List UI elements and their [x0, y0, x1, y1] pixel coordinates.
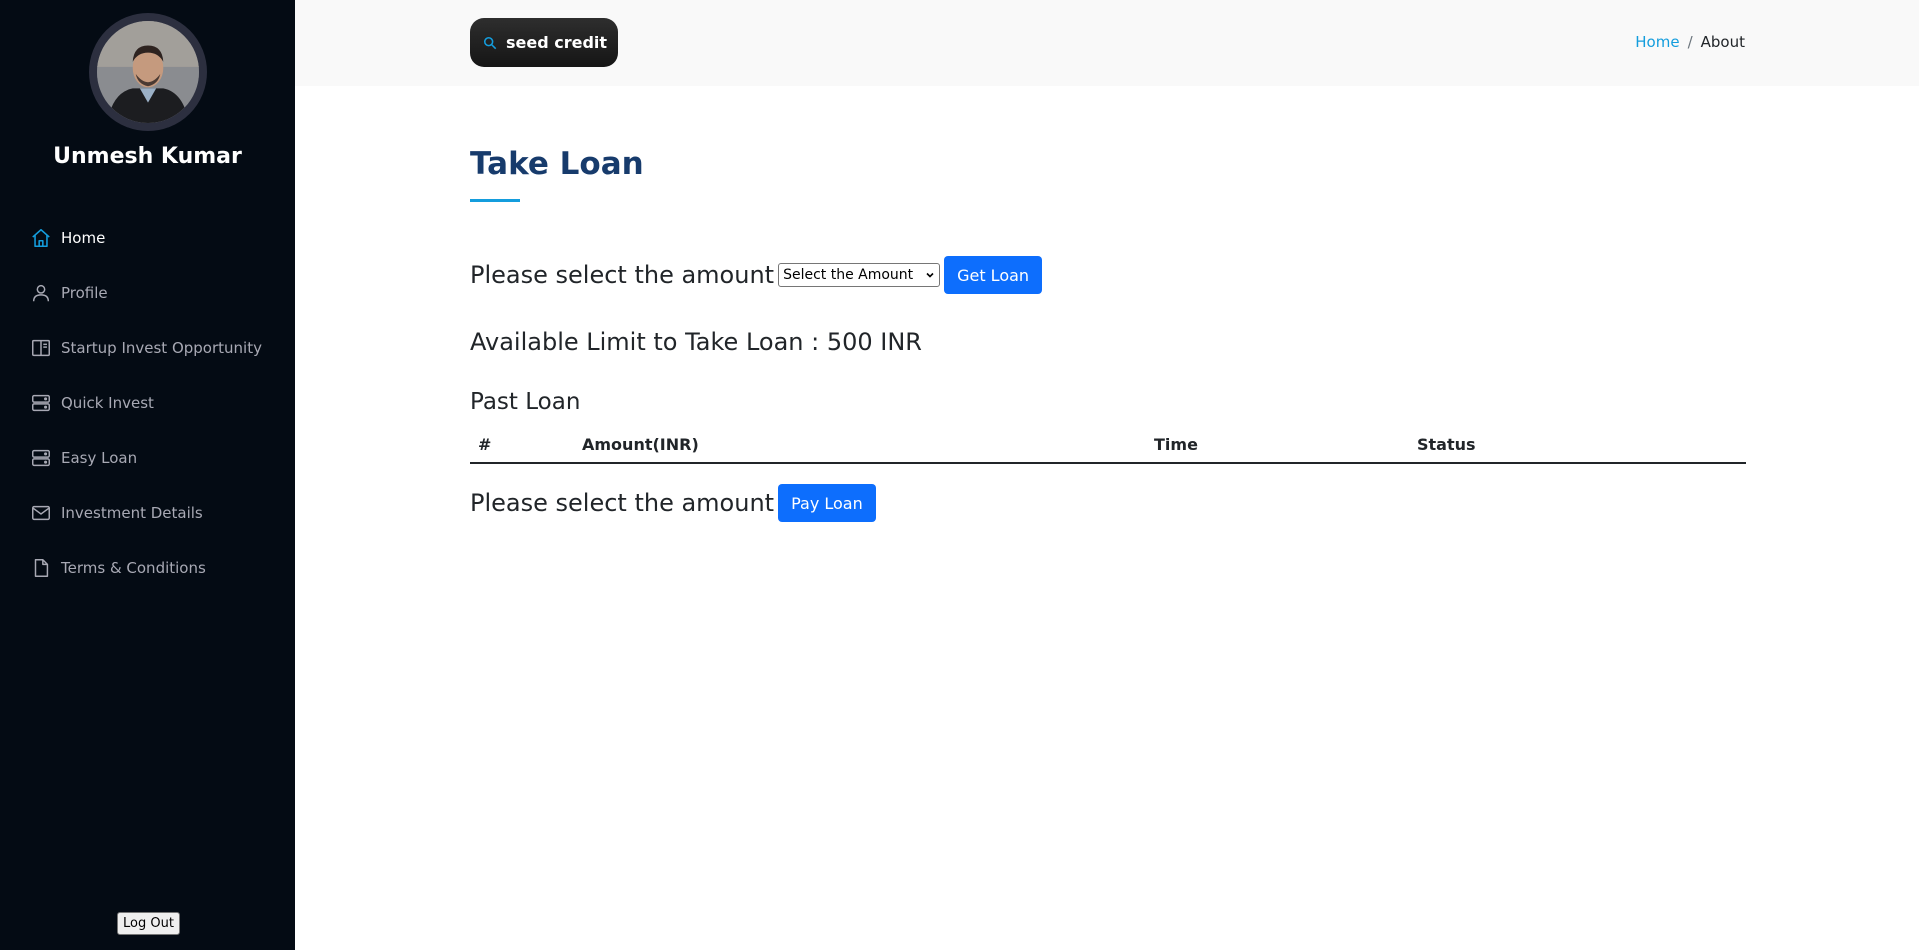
- title-underline: [470, 199, 520, 202]
- top-header: seed credit Home / About: [295, 0, 1919, 86]
- brand-name: seed credit: [506, 33, 608, 52]
- sidebar-item-profile[interactable]: Profile: [30, 265, 285, 320]
- get-loan-button[interactable]: Get Loan: [944, 256, 1043, 294]
- sidebar-item-label: Home: [61, 228, 106, 247]
- sidebar-item-quick-invest[interactable]: Quick Invest: [30, 375, 285, 430]
- sidebar-item-terms[interactable]: Terms & Conditions: [30, 540, 285, 595]
- breadcrumb-home-link[interactable]: Home: [1635, 33, 1679, 51]
- past-loan-title: Past Loan: [470, 389, 581, 415]
- column-header-status: Status: [1409, 427, 1746, 464]
- house-icon: [30, 227, 52, 249]
- sidebar-item-label: Terms & Conditions: [61, 558, 206, 577]
- breadcrumb-separator: /: [1687, 33, 1693, 51]
- sidebar-item-label: Easy Loan: [61, 448, 138, 467]
- server-icon: [30, 392, 52, 414]
- person-icon: [30, 282, 52, 304]
- search-icon: [483, 36, 497, 49]
- envelope-icon: [30, 502, 52, 524]
- sidebar: Unmesh Kumar Home Profile Startup Invest…: [0, 0, 295, 950]
- avatar: [89, 13, 207, 131]
- sidebar-nav: Home Profile Startup Invest Opportunity …: [30, 210, 285, 595]
- sidebar-item-investment-details[interactable]: Investment Details: [30, 485, 285, 540]
- sidebar-item-home[interactable]: Home: [30, 210, 285, 265]
- column-header-time: Time: [1146, 427, 1409, 464]
- sidebar-item-label: Profile: [61, 283, 108, 302]
- file-icon: [30, 557, 52, 579]
- column-header-index: #: [470, 427, 574, 464]
- sidebar-item-startup-invest[interactable]: Startup Invest Opportunity: [30, 320, 285, 375]
- pay-loan-row: Please select the amount Pay Loan: [470, 484, 876, 522]
- past-loan-table: # Amount(INR) Time Status: [470, 427, 1746, 464]
- server-icon: [30, 447, 52, 469]
- amount-select-value: Select the Amount: [783, 267, 914, 283]
- page-title: Take Loan: [470, 146, 644, 182]
- sidebar-item-label: Startup Invest Opportunity: [61, 338, 262, 357]
- logout-button[interactable]: Log Out: [117, 912, 180, 935]
- chevron-down-icon: [926, 272, 934, 278]
- sidebar-item-easy-loan[interactable]: Easy Loan: [30, 430, 285, 485]
- sidebar-item-label: Investment Details: [61, 503, 203, 522]
- amount-select[interactable]: Select the Amount: [778, 263, 941, 287]
- user-name: Unmesh Kumar: [53, 144, 242, 169]
- book-icon: [30, 337, 52, 359]
- breadcrumb: Home / About: [1635, 33, 1745, 51]
- column-header-amount: Amount(INR): [574, 427, 1146, 464]
- available-limit: Available Limit to Take Loan : 500 INR: [470, 328, 922, 356]
- table-header-row: # Amount(INR) Time Status: [470, 427, 1746, 464]
- breadcrumb-current: About: [1700, 33, 1745, 51]
- take-loan-row: Please select the amount Select the Amou…: [470, 256, 1043, 294]
- pay-loan-prompt: Please select the amount: [470, 489, 775, 517]
- pay-loan-button[interactable]: Pay Loan: [778, 484, 876, 522]
- sidebar-item-label: Quick Invest: [61, 393, 154, 412]
- take-loan-prompt: Please select the amount: [470, 261, 775, 289]
- brand-logo[interactable]: seed credit: [470, 18, 618, 67]
